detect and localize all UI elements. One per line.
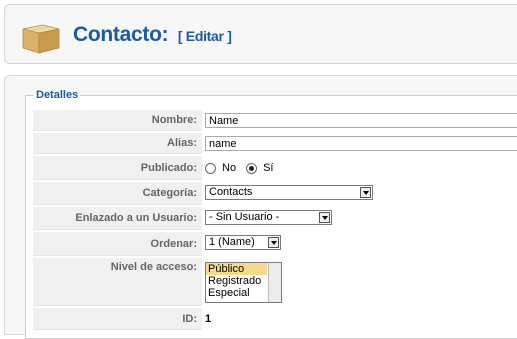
ordenar-label: Ordenar: [33, 232, 202, 256]
row-nombre: Nombre: [33, 110, 517, 131]
acceso-option-registrado[interactable]: Registrado [206, 275, 267, 287]
acceso-label: Nivel de acceso: [33, 258, 202, 306]
dropdown-arrow-icon [360, 186, 371, 198]
details-fieldset: Detalles Nombre: Alias: Publicado: No Sí [25, 89, 517, 339]
row-usuario: Enlazado a un Usuario: - Sin Usuario - [33, 207, 517, 230]
listbox-scrollbar[interactable] [268, 262, 281, 302]
dropdown-arrow-icon [268, 237, 279, 248]
package-box-icon [22, 24, 60, 54]
row-alias: Alias: [33, 133, 517, 154]
usuario-label: Enlazado a un Usuario: [33, 207, 202, 230]
publicado-si-label: Sí [263, 162, 274, 174]
nombre-input[interactable] [205, 113, 517, 128]
main-panel: Detalles Nombre: Alias: Publicado: No Sí [4, 75, 517, 339]
page-title-text: Contacto: [73, 23, 169, 46]
publicado-radio-group: No Sí [205, 162, 517, 174]
details-form: Nombre: Alias: Publicado: No Sí [33, 108, 517, 332]
id-label: ID: [33, 308, 202, 330]
page-header: Contacto: [ Editar ] [4, 4, 517, 64]
dropdown-arrow-icon [319, 211, 330, 223]
ordenar-selected-value: 1 (Name) [209, 236, 255, 248]
acceso-option-especial[interactable]: Especial [206, 287, 267, 299]
publicado-no-label: No [222, 162, 237, 174]
categoria-label: Categoría: [33, 182, 202, 205]
alias-label: Alias: [33, 133, 202, 154]
publicado-si-radio[interactable] [246, 162, 258, 174]
details-legend: Detalles [36, 89, 79, 101]
alias-input[interactable] [205, 136, 517, 151]
edit-link[interactable]: [ Editar ] [178, 28, 232, 44]
nombre-label: Nombre: [33, 110, 202, 131]
id-value: 1 [205, 313, 212, 325]
row-categoria: Categoría: Contacts [33, 182, 517, 205]
usuario-select[interactable]: - Sin Usuario - [205, 209, 332, 225]
categoria-select[interactable]: Contacts [205, 184, 373, 200]
ordenar-select[interactable]: 1 (Name) [205, 235, 281, 250]
categoria-selected-value: Contacts [209, 185, 253, 198]
row-ordenar: Ordenar: 1 (Name) [33, 232, 517, 256]
row-publicado: Publicado: No Sí [33, 156, 517, 180]
publicado-label: Publicado: [33, 156, 202, 180]
publicado-no-radio[interactable] [205, 162, 216, 174]
usuario-selected-value: - Sin Usuario - [209, 210, 280, 223]
row-id: ID: 1 [33, 308, 517, 330]
page-title: Contacto: [ Editar ] [73, 23, 232, 47]
acceso-listbox[interactable]: Público Registrado Especial [205, 261, 282, 303]
row-acceso: Nivel de acceso: Público Registrado Espe… [33, 258, 517, 306]
acceso-option-publico[interactable]: Público [206, 262, 267, 275]
